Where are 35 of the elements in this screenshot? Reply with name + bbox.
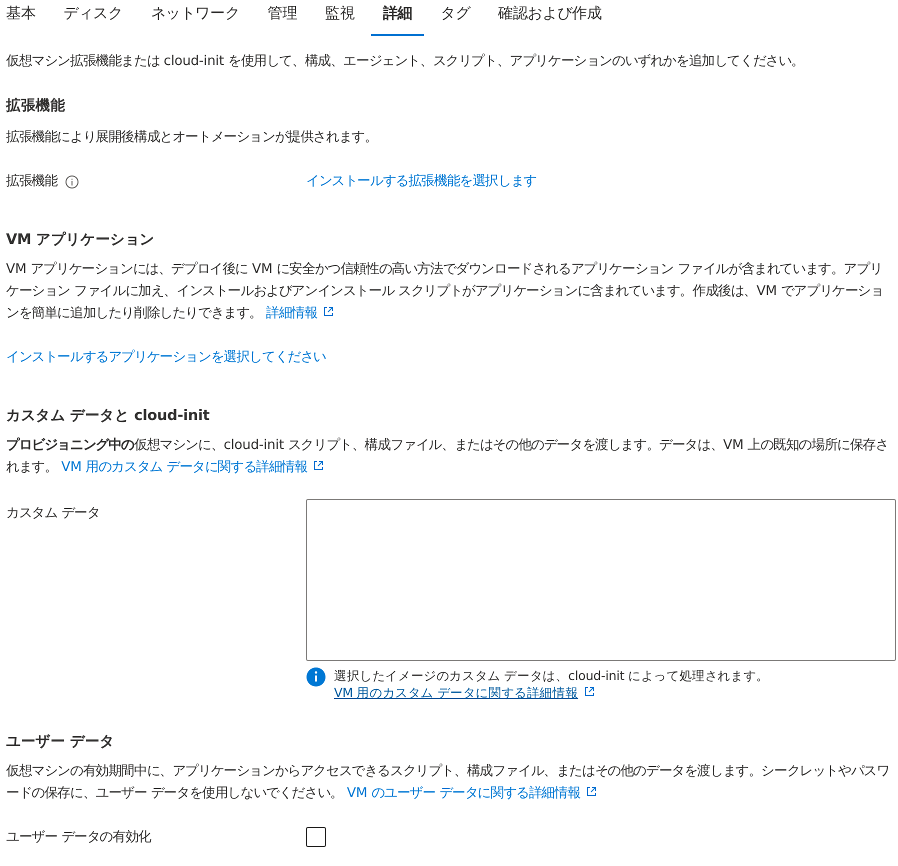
external-link-icon xyxy=(586,786,598,797)
field-label: カスタム データ xyxy=(6,505,100,523)
learn-more-link[interactable]: VM のユーザー データに関する詳細情報 xyxy=(346,786,598,801)
intro-text: 仮想マシン拡張機能または cloud-init を使用して、構成、エージェント、スクリプト、アプリケーションのいずれかを追加してください。 xyxy=(6,52,805,71)
section-description: 仮想マシンの有効期間中に、アプリケーションからアクセスできるスクリプト、構成ファイル、またはその他のデータを渡します。シークレットやパスワードの保存に、ユーザー データを使用しないでください。 VM のユーザー データに関する詳細情報 xyxy=(6,762,890,803)
learn-more-link[interactable]: VM 用のカスタム データに関する詳細情報 xyxy=(61,460,324,475)
field-label: 拡張機能 xyxy=(6,172,58,191)
section-heading: 拡張機能 xyxy=(6,96,66,116)
section-heading: カスタム データと cloud-init xyxy=(6,407,211,426)
learn-more-link[interactable]: 詳細情報 xyxy=(266,306,334,321)
checkbox[interactable] xyxy=(306,827,326,847)
tab[interactable]: ディスク xyxy=(52,0,135,36)
external-link-icon xyxy=(584,686,596,697)
tab[interactable]: 監視 xyxy=(313,0,367,36)
section-description: VM アプリケーションには、デプロイ後に VM に安全かつ信頼性の高い方法でダウンロードされるアプリケーション ファイルが含まれています。アプリケーション ファイルに加え、インストールおよびアンインストール スクリプトがアプリケーションに含まれています。作成後は、VM でアプリケーションを簡単に追加したり削除したりできます。 詳細情報 xyxy=(6,260,884,323)
custom-data-input[interactable] xyxy=(306,499,896,661)
section-heading: ユーザー データ xyxy=(6,733,116,752)
external-link-icon xyxy=(323,306,334,317)
section-description: プロビジョニング中の仮想マシンに、cloud-init スクリプト、構成ファイル、またはその他のデータを渡します。データは、VM 上の既知の場所に保存されます。 VM 用のカスタム データに関する詳細情報 xyxy=(6,436,890,477)
tab[interactable]: ネットワーク xyxy=(138,0,252,36)
select-applications-link[interactable]: インストールするアプリケーションを選択してください xyxy=(6,350,326,365)
info-icon xyxy=(306,667,326,687)
field-label: ユーザー データの有効化 xyxy=(6,829,151,847)
tab[interactable]: 管理 xyxy=(256,0,310,36)
tab[interactable]: 確認および作成 xyxy=(486,0,614,36)
section-heading: VM アプリケーション xyxy=(6,230,156,250)
tab[interactable]: タグ xyxy=(428,0,482,36)
external-link-icon xyxy=(313,460,324,471)
tab[interactable]: 詳細 xyxy=(370,0,424,36)
tab[interactable]: 基本 xyxy=(6,0,48,36)
info-icon[interactable] xyxy=(65,175,80,189)
learn-more-link[interactable]: VM 用のカスタム データに関する詳細情報 xyxy=(334,685,596,700)
section-description: 拡張機能により展開後構成とオートメーションが提供されます。 xyxy=(6,128,378,147)
info-text: 選択したイメージのカスタム データは、cloud-init によって処理されます。 xyxy=(334,667,769,684)
select-extensions-link[interactable]: インストールする拡張機能を選択します xyxy=(306,174,536,189)
